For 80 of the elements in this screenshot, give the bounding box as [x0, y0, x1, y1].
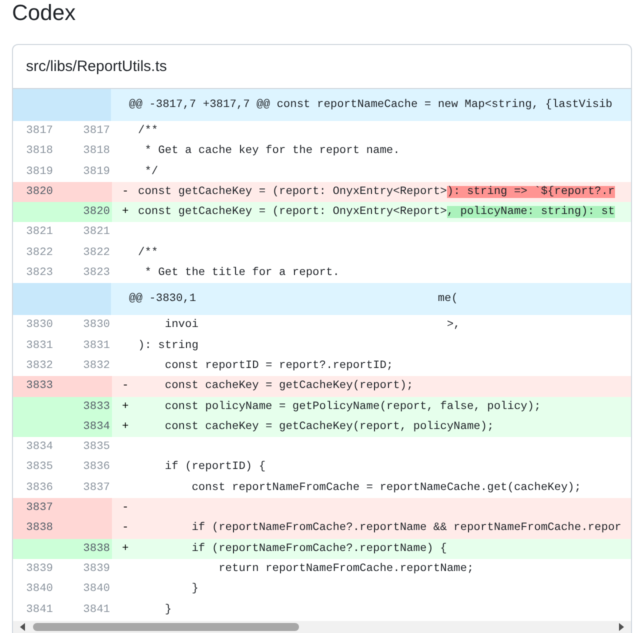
code-line: }: [164, 604, 172, 616]
gutter-cell: [63, 182, 112, 202]
line-number: 3818: [25, 144, 54, 160]
line-number: 3823: [25, 266, 54, 282]
code-line: */: [144, 166, 158, 178]
line-number: 3821: [25, 225, 54, 240]
diff-sign: -: [122, 502, 129, 514]
line-number: 3830: [25, 318, 54, 334]
code-line: const policyName = getPolicyName(report, false, policy);: [164, 400, 541, 413]
code-line: const cacheKey = getCacheKey(report);: [164, 380, 414, 392]
page-title: Codex: [11, 0, 77, 27]
diff-sign: +: [122, 420, 129, 433]
line-number: 3839: [25, 562, 54, 577]
line-number: 3822: [82, 246, 111, 261]
line-number: 3833: [13, 376, 63, 397]
code-line: /**: [138, 125, 158, 137]
line-number: 3831: [82, 338, 111, 354]
line-number: 3820: [63, 202, 112, 222]
diff-sign: +: [122, 542, 129, 555]
line-number: 3823: [82, 266, 111, 282]
hunk-header: me(: [438, 293, 458, 306]
line-number: 3836: [82, 460, 111, 476]
line-number: 3840: [25, 582, 54, 598]
code-line: invoi: [164, 319, 198, 332]
scroll-right-icon[interactable]: [617, 623, 625, 631]
line-number: 3838: [63, 538, 112, 559]
code-line: const cacheKey = getCacheKey(report, policyName);: [164, 420, 494, 433]
code-line: >,: [446, 319, 460, 332]
code-line: * Get a cache key for the report name.: [144, 145, 400, 158]
code-line: return reportNameFromCache.reportName;: [218, 562, 474, 575]
changed-code: ): string => `${report?.r: [446, 186, 615, 198]
line-number: 3817: [25, 124, 54, 139]
line-number: 3831: [25, 338, 54, 354]
code-line: const reportNameFromCache = reportNameCache.get(cacheKey);: [190, 482, 582, 494]
code-line: const reportID = report?.reportID;: [164, 360, 394, 372]
diff-sign: -: [122, 186, 129, 198]
line-number: 3836: [25, 480, 54, 496]
gutter-cell: [13, 538, 63, 559]
line-number: 3833: [63, 396, 112, 417]
line-number: 3839: [82, 562, 111, 577]
code-line: /**: [138, 246, 158, 259]
line-number: 3837: [13, 498, 63, 518]
line-number: 3818: [82, 144, 111, 160]
line-number: 3819: [82, 164, 111, 180]
line-number: 3834: [63, 416, 112, 438]
hunk-header: @@ -3817,7 +3817,7 @@ const reportNameCache = new Map<string, {lastVisib: [129, 99, 612, 111]
diff-sign: -: [122, 522, 129, 534]
line-number: 3835: [25, 460, 54, 476]
line-number: 3834: [25, 440, 54, 456]
line-number: 3840: [82, 582, 111, 598]
changed-code: , policyName: string): st: [446, 206, 615, 218]
line-number: 3819: [25, 164, 54, 180]
line-number: 3838: [13, 518, 63, 539]
code-line: if (reportNameFromCache?.reportName && reportNameFromCache.repor: [190, 522, 622, 534]
line-number: 3841: [82, 602, 111, 618]
diff-sign: -: [122, 380, 129, 392]
line-number: 3830: [82, 318, 111, 334]
gutter-cell: [63, 376, 112, 397]
code-line: }: [190, 583, 198, 596]
code-line: if (reportID) {: [164, 461, 266, 474]
code-line: if (reportNameFromCache?.reportName) {: [190, 542, 447, 555]
line-number: 3841: [25, 602, 54, 618]
line-number: 3837: [82, 480, 111, 496]
line-number: 3835: [82, 440, 111, 456]
line-number: 3832: [82, 358, 111, 374]
horizontal-scrollbar[interactable]: [13, 621, 631, 633]
scroll-left-icon[interactable]: [19, 623, 27, 631]
line-number: 3821: [82, 225, 111, 240]
code-line: const getCacheKey = (report: OnyxEntry<Report>: [138, 206, 447, 218]
diff-sign: +: [122, 400, 129, 413]
hunk-header: @@ -3830,1: [129, 293, 196, 306]
code-line: * Get the title for a report.: [144, 267, 340, 280]
gutter-cell: [13, 202, 63, 222]
line-number: 3832: [25, 358, 54, 374]
diff-sign: +: [122, 206, 129, 218]
code-line: ): string: [138, 340, 198, 352]
line-number: 3820: [13, 182, 63, 202]
line-number: 3822: [25, 246, 54, 261]
code-line: const getCacheKey = (report: OnyxEntry<Report>: [138, 186, 447, 198]
line-number: 3817: [82, 124, 111, 139]
